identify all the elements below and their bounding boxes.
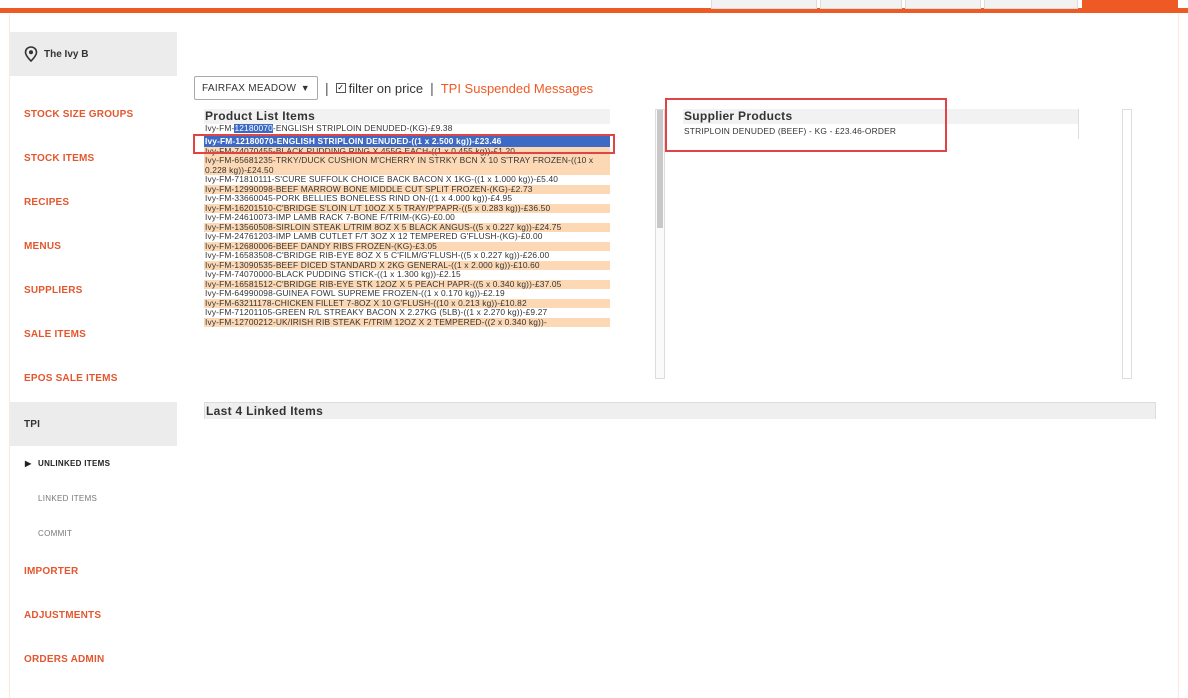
last-linked-items-title: Last 4 Linked Items bbox=[204, 402, 1156, 419]
top-tab-active[interactable] bbox=[1082, 0, 1178, 9]
caret-right-icon: ▶ bbox=[25, 458, 32, 468]
product-list-title: Product List Items bbox=[204, 109, 610, 124]
product-row-prefix: Ivy-FM- bbox=[205, 124, 235, 133]
product-row[interactable]: Ivy-FM-16581512-C'BRIDGE RIB-EYE STK 12O… bbox=[204, 279, 610, 289]
location-pin-icon bbox=[24, 46, 38, 62]
product-row[interactable]: Ivy-FM-13090535-BEEF DICED STANDARD X 2K… bbox=[204, 260, 610, 270]
supplier-products-scrollbar[interactable] bbox=[1122, 109, 1132, 379]
product-row[interactable]: Ivy-FM-13560508-SIRLOIN STEAK L/TRIM 8OZ… bbox=[204, 222, 610, 232]
product-row[interactable]: Ivy-FM-12990098-BEEF MARROW BONE MIDDLE … bbox=[204, 184, 610, 194]
nav-tpi[interactable]: TPI bbox=[10, 402, 177, 446]
subnav-label: UNLINKED ITEMS bbox=[38, 458, 111, 468]
subnav-linked-items[interactable]: LINKED ITEMS bbox=[10, 483, 177, 513]
separator: | bbox=[325, 80, 329, 96]
venue-name: The Ivy B bbox=[44, 48, 89, 60]
product-row[interactable]: Ivy-FM-24610073-IMP LAMB RACK 7-BONE F/T… bbox=[204, 213, 610, 223]
top-tab[interactable] bbox=[905, 0, 981, 9]
top-bar bbox=[0, 0, 1188, 14]
nav-importer[interactable]: IMPORTER bbox=[10, 549, 177, 593]
product-row[interactable]: Ivy-FM-64990098-GUINEA FOWL SUPREME FROZ… bbox=[204, 289, 610, 299]
tpi-suspended-messages-link[interactable]: TPI Suspended Messages bbox=[441, 81, 593, 96]
filter-price-checkbox[interactable]: ✓ bbox=[335, 83, 346, 93]
chevron-down-icon: ▼ bbox=[300, 83, 310, 93]
top-tab[interactable] bbox=[820, 0, 902, 9]
subnav-commit[interactable]: COMMIT bbox=[10, 518, 177, 548]
filter-price-label: filter on price bbox=[348, 80, 424, 96]
product-row[interactable]: Ivy-FM-65681235-TRKY/DUCK CUSHION M'CHER… bbox=[204, 156, 610, 175]
nav-stock-items[interactable]: STOCK ITEMS bbox=[10, 136, 177, 180]
scrollbar-thumb[interactable] bbox=[657, 110, 663, 228]
sidebar: The Ivy B STOCK SIZE GROUPS STOCK ITEMS … bbox=[10, 14, 177, 698]
product-row[interactable]: Ivy-FM-74070000-BLACK PUDDING STICK-((1 … bbox=[204, 270, 610, 280]
product-row[interactable]: Ivy-FM-33660045-PORK BELLIES BONELESS RI… bbox=[204, 194, 610, 204]
right-decoration bbox=[1178, 14, 1188, 698]
nav-suppliers[interactable]: SUPPLIERS bbox=[10, 268, 177, 312]
top-tab[interactable] bbox=[711, 0, 817, 9]
filter-toolbar: FAIRFAX MEADOW ▼ | ✓ filter on price | T… bbox=[194, 76, 593, 100]
separator: | bbox=[430, 80, 434, 96]
nav-orders-admin[interactable]: ORDERS ADMIN bbox=[10, 637, 177, 681]
supplier-select-value: FAIRFAX MEADOW bbox=[202, 82, 297, 94]
annotation-box-selected bbox=[193, 134, 615, 154]
supplier-select[interactable]: FAIRFAX MEADOW ▼ bbox=[194, 76, 318, 100]
product-row[interactable]: Ivy-FM-71810111-S'CURE SUFFOLK CHOICE BA… bbox=[204, 175, 610, 185]
subnav-unlinked-items[interactable]: ▶ UNLINKED ITEMS bbox=[10, 448, 177, 478]
product-row-suffix: -ENGLISH STRIPLOIN DENUDED-(KG)-£9.38 bbox=[272, 124, 453, 133]
product-row[interactable]: Ivy-FM-12680006-BEEF DANDY RIBS FROZEN-(… bbox=[204, 241, 610, 251]
nav-adjustments[interactable]: ADJUSTMENTS bbox=[10, 593, 177, 637]
product-row[interactable]: Ivy-FM-12180070-ENGLISH STRIPLOIN DENUDE… bbox=[204, 124, 610, 134]
annotation-box-supplier bbox=[665, 98, 947, 152]
search-match-highlight: 12180070 bbox=[234, 124, 273, 133]
product-list-scrollbar[interactable] bbox=[655, 109, 665, 379]
nav-menus[interactable]: MENUS bbox=[10, 224, 177, 268]
product-row[interactable]: Ivy-FM-16583508-C'BRIDGE RIB-EYE 8OZ X 5… bbox=[204, 251, 610, 261]
top-tab[interactable] bbox=[984, 0, 1078, 9]
nav-epos-sale-items[interactable]: EPOS SALE ITEMS bbox=[10, 356, 177, 400]
product-row[interactable]: Ivy-FM-63211178-CHICKEN FILLET 7-8OZ X 1… bbox=[204, 298, 610, 308]
left-decoration bbox=[0, 14, 10, 698]
product-row[interactable]: Ivy-FM-24761203-IMP LAMB CUTLET F/T 3OZ … bbox=[204, 232, 610, 242]
nav-recipes[interactable]: RECIPES bbox=[10, 180, 177, 224]
product-row[interactable]: Ivy-FM-71201105-GREEN R/L STREAKY BACON … bbox=[204, 308, 610, 318]
nav-stock-size-groups[interactable]: STOCK SIZE GROUPS bbox=[10, 92, 177, 136]
nav-sale-items[interactable]: SALE ITEMS bbox=[10, 312, 177, 356]
venue-selector[interactable]: The Ivy B bbox=[10, 32, 177, 76]
product-row[interactable]: Ivy-FM-12700212-UK/IRISH RIB STEAK F/TRI… bbox=[204, 317, 610, 327]
product-row[interactable]: Ivy-FM-16201510-C'BRIDGE S'LOIN L/T 10OZ… bbox=[204, 203, 610, 213]
